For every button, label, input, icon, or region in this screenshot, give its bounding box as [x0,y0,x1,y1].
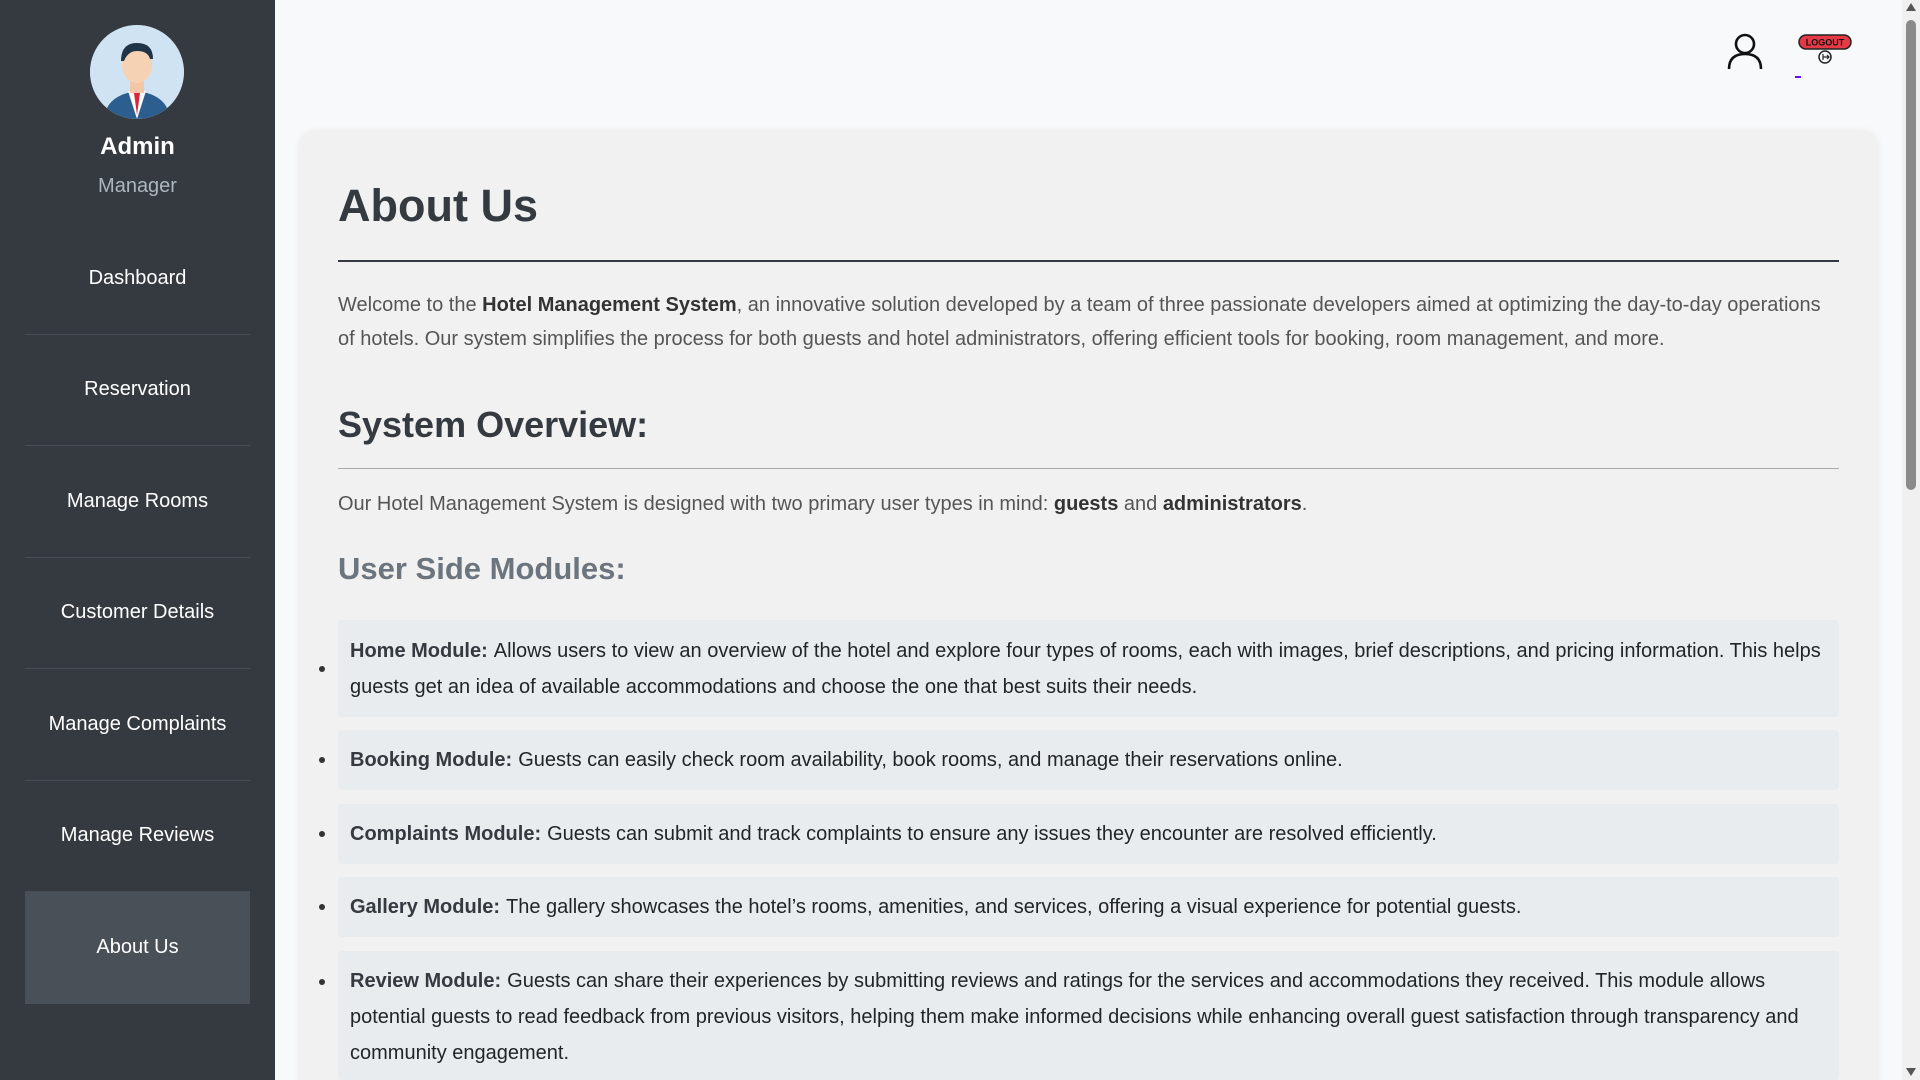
sidebar-item-reservation[interactable]: Reservation [25,335,250,446]
module-booking: Booking Module: Guests can easily check r… [319,730,1839,790]
bullet [319,757,325,763]
sidebar-item-customer-details[interactable]: Customer Details [25,558,250,669]
sidebar-nav: Dashboard Reservation Manage Rooms Custo… [25,223,250,1004]
vertical-scrollbar[interactable] [1902,0,1920,1080]
module-gallery: Gallery Module: The gallery showcases the… [319,877,1839,937]
system-overview-heading: System Overview: [338,404,649,445]
sidebar-item-manage-complaints[interactable]: Manage Complaints [25,669,250,781]
module-review: Review Module: Guests can share their exp… [319,951,1839,1080]
admin-role: Manager [98,175,177,197]
admin-avatar [90,25,184,119]
logout-label: LOGOUT [1806,38,1845,48]
overview-paragraph: Our Hotel Management System is designed … [338,493,1308,515]
intro-paragraph: Welcome to the Hotel Management System, … [338,294,1821,350]
sidebar-item-dashboard[interactable]: Dashboard [25,223,250,335]
user-side-modules-heading: User Side Modules: [338,551,626,586]
scrollbar-thumb[interactable] [1906,20,1916,490]
title-divider [338,260,1839,262]
user-profile-icon[interactable] [1726,32,1764,70]
page-title: About Us [338,180,538,231]
sidebar-item-manage-rooms[interactable]: Manage Rooms [25,446,250,558]
bullet [319,831,325,837]
scroll-down-arrow-icon[interactable] [1906,1068,1916,1076]
content-card [300,130,1877,1080]
module-home: Home Module: Allows users to view an over… [319,620,1839,717]
sidebar-item-manage-reviews[interactable]: Manage Reviews [25,781,250,892]
bullet [319,979,325,985]
admin-name: Admin [100,133,175,160]
overview-divider [338,468,1839,469]
sidebar: Admin Manager Dashboard Reservation Mana… [0,0,275,1080]
bullet [319,665,325,672]
logout-indicator [1795,76,1801,78]
bullet [319,904,325,910]
module-complaints: Complaints Module: Guests can submit and … [319,804,1839,864]
logout-button[interactable]: LOGOUT [1798,33,1852,69]
scroll-up-arrow-icon[interactable] [1906,3,1916,11]
sidebar-item-about-us[interactable]: About Us [25,892,250,1004]
